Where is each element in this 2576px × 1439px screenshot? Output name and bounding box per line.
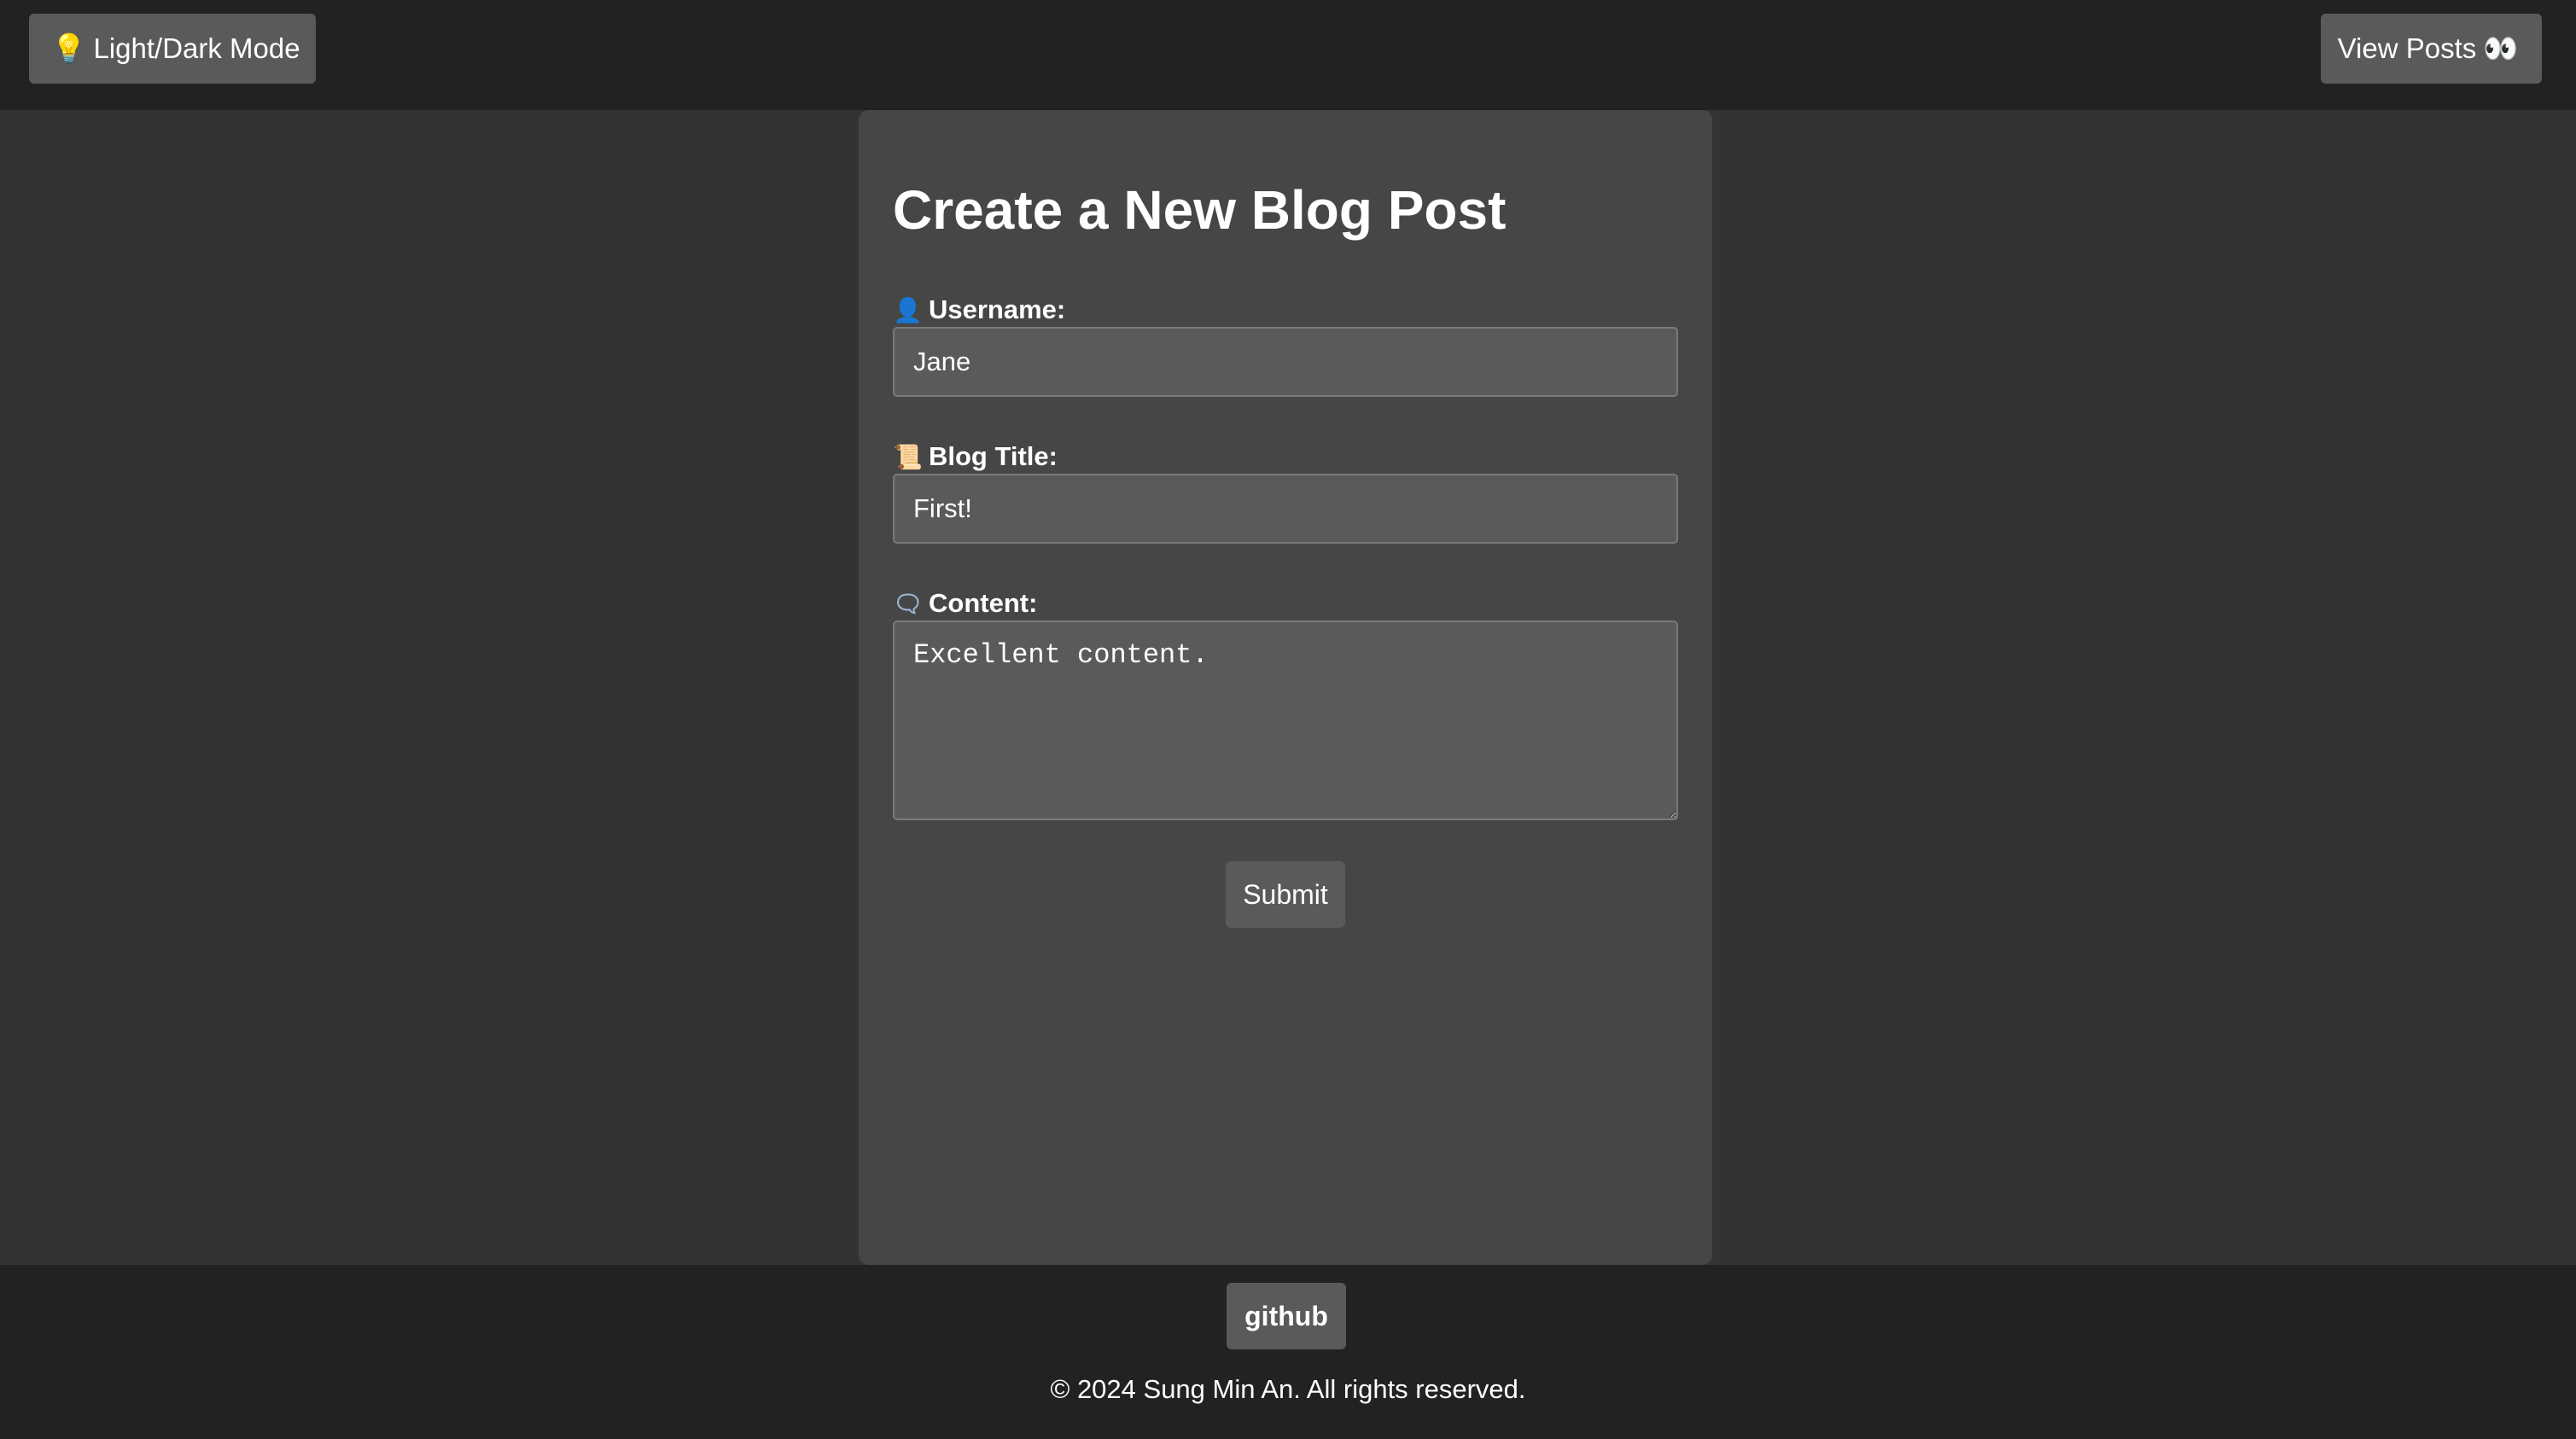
speech-bubble-icon: 🗨 <box>893 589 924 618</box>
footer: github © 2024 Sung Min An. All rights re… <box>0 1265 2576 1439</box>
username-label-text: Username: <box>929 294 1066 324</box>
username-label: 👤 Username: <box>893 294 1065 325</box>
eyes-icon: 👀 <box>2483 32 2519 65</box>
username-input[interactable] <box>893 327 1678 397</box>
top-bar: 💡 Light/Dark Mode View Posts 👀 <box>0 0 2576 110</box>
view-posts-label: View Posts <box>2337 32 2477 64</box>
blog-title-label-text: Blog Title: <box>929 441 1058 471</box>
copyright-text: © 2024 Sung Min An. All rights reserved. <box>1050 1374 1526 1404</box>
user-icon: 👤 <box>893 295 923 324</box>
view-posts-button[interactable]: View Posts 👀 <box>2321 14 2542 84</box>
blog-title-label: 📜 Blog Title: <box>893 441 1058 472</box>
light-dark-mode-label: Light/Dark Mode <box>93 32 300 64</box>
light-dark-mode-button[interactable]: 💡 Light/Dark Mode <box>29 14 316 84</box>
content-label-text: Content: <box>929 588 1038 618</box>
blog-title-input[interactable] <box>893 474 1678 544</box>
blog-post-form-card: Create a New Blog Post 👤 Username: 📜 Blo… <box>859 110 1712 1265</box>
content-textarea[interactable]: Excellent content. <box>893 620 1678 820</box>
submit-button[interactable]: Submit <box>1226 861 1345 928</box>
content-label: 🗨 Content: <box>893 588 1037 619</box>
github-button[interactable]: github <box>1227 1283 1346 1349</box>
scroll-icon: 📜 <box>893 442 923 471</box>
lightbulb-icon: 💡 <box>51 32 87 65</box>
page-title: Create a New Blog Post <box>893 179 1507 241</box>
